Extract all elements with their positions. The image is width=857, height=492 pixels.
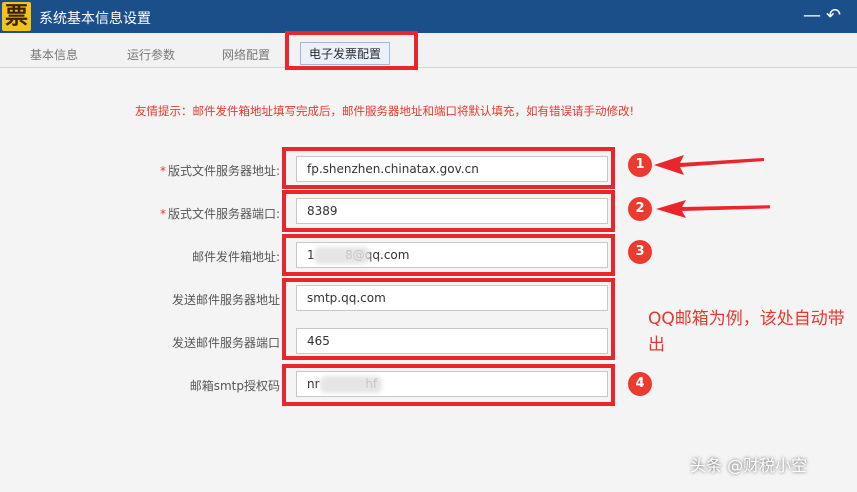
tab-bar: 基本信息 运行参数 网络配置 电子发票配置 — [0, 33, 857, 68]
highlight-box-1 — [282, 147, 615, 189]
hint-text: 友情提示：邮件发件箱地址填写完成后，邮件服务器地址和端口将默认填充，如有错误请手… — [135, 104, 635, 118]
tab-run-params[interactable]: 运行参数 — [127, 46, 175, 63]
watermark: 头条 @财税小空 — [690, 456, 808, 475]
arrow-1 — [654, 155, 764, 175]
required-mark: * — [159, 207, 166, 221]
title-bar: 票 系统基本信息设置 — ↶ — [0, 0, 857, 33]
sender-email-label: 邮件发件箱地址: — [191, 250, 280, 264]
smtp-auth-code-label: 邮箱smtp授权码 — [189, 379, 280, 393]
app-logo: 票 — [2, 2, 31, 31]
step-badge-1: 1 — [628, 153, 652, 177]
highlight-box-4 — [282, 364, 615, 406]
layout-server-port-label: * 版式文件服务器端口: — [0, 205, 280, 222]
required-mark: * — [159, 164, 166, 178]
arrow-2 — [656, 200, 770, 218]
tab-basic-info[interactable]: 基本信息 — [30, 46, 78, 63]
highlight-box-smtp — [282, 278, 615, 360]
smtp-server-port-label: 发送邮件服务器端口 — [171, 336, 280, 350]
back-icon[interactable]: ↶ — [826, 5, 841, 27]
label-text: 版式文件服务器地址: — [167, 164, 280, 178]
step-badge-4: 4 — [628, 372, 652, 396]
tab-network-config[interactable]: 网络配置 — [222, 46, 270, 63]
step-badge-3: 3 — [628, 240, 652, 264]
label-text: 版式文件服务器端口: — [167, 207, 280, 221]
step-badge-2: 2 — [628, 197, 652, 221]
smtp-server-address-label: 发送邮件服务器地址 — [171, 293, 280, 307]
highlight-box-2 — [282, 190, 615, 232]
window-title: 系统基本信息设置 — [39, 11, 151, 27]
annotation-note: QQ邮箱为例，该处自动带出 — [648, 309, 845, 355]
highlight-box-3 — [282, 234, 615, 276]
tab-highlight-box — [285, 31, 418, 70]
arrows — [654, 155, 770, 218]
layout-server-address-label: * 版式文件服务器地址: — [0, 162, 280, 179]
minimize-icon[interactable]: — — [803, 5, 821, 27]
